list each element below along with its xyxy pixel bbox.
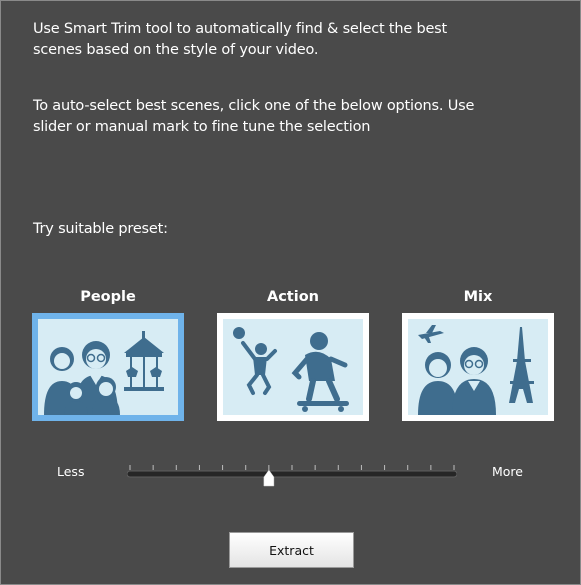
people-family-carousel-icon [38,319,178,415]
slider-less-label: Less [57,464,85,479]
mix-travel-couple-icon [408,319,548,415]
preset-people-thumbnail[interactable] [32,313,184,421]
instructions-line-2: slider or manual mark to fine tune the s… [33,119,371,135]
slider-more-label: More [492,464,523,479]
preset-people[interactable]: People [32,287,184,421]
preset-action-label: Action [266,289,319,305]
preset-heading: Try suitable preset: [33,221,168,237]
intro-line-1: Use Smart Trim tool to automatically fin… [33,21,448,37]
scene-amount-slider[interactable] [127,459,457,489]
intro-text: Use Smart Trim tool to automatically fin… [33,19,553,61]
slider-track [127,470,457,478]
preset-mix-thumbnail[interactable] [402,313,554,421]
instructions-line-1: To auto-select best scenes, click one of… [33,98,475,114]
preset-mix-label: Mix [463,289,493,305]
preset-mix[interactable]: Mix [402,287,554,421]
preset-people-label: People [80,289,136,305]
smart-trim-panel: Use Smart Trim tool to automatically fin… [0,0,581,585]
preset-action[interactable]: Action [217,287,369,421]
intro-line-2: scenes based on the style of your video. [33,42,319,58]
slider-ticks [129,465,455,470]
extract-button[interactable]: Extract [229,532,354,568]
instructions-text: To auto-select best scenes, click one of… [33,96,553,138]
action-sports-icon [223,319,363,415]
preset-action-thumbnail[interactable] [217,313,369,421]
